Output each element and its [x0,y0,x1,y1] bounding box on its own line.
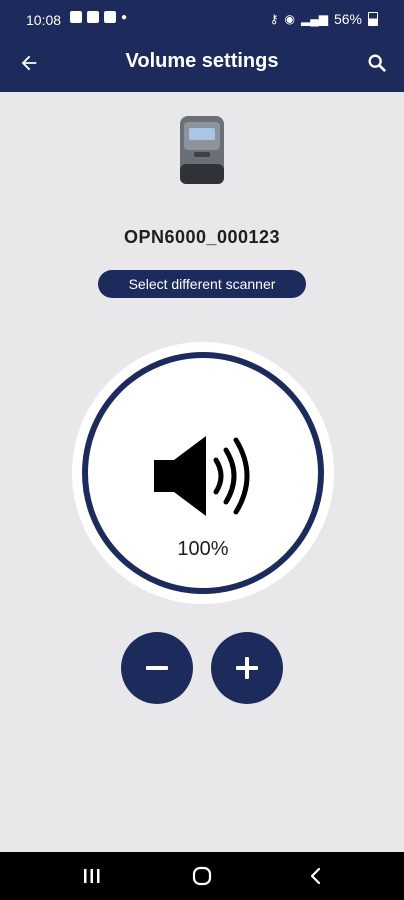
battery-percent: 56% [333,11,362,27]
home-button[interactable] [190,864,214,888]
app-bar: Volume settings [0,34,404,92]
volume-dial[interactable]: 100% [72,342,334,604]
page-title: Volume settings [125,50,279,72]
status-time: 10:08 [26,12,62,28]
recent-apps-button[interactable] [80,864,104,888]
system-navigation-bar [0,852,404,900]
list-notification-icon [104,11,116,23]
system-status-icons: ⚷ ◉ ▂▄▆ 56% [270,11,378,27]
scanner-device-image [180,116,224,184]
image-notification-icon [70,11,82,23]
search-icon [368,54,386,72]
recent-apps-icon [84,869,100,883]
speaker-volume-icon [154,436,250,516]
device-name: OPN6000_000123 [123,227,281,247]
battery-icon [368,12,378,26]
signal-icon: ▂▄▆ [301,12,328,26]
minus-icon [146,666,168,670]
more-notifications-dot-icon: ● [121,11,128,23]
app-notification-icon [87,11,99,23]
decrease-volume-button[interactable] [121,632,193,704]
increase-volume-button[interactable] [211,632,283,704]
status-bar: 10:08 ● ⚷ ◉ ▂▄▆ 56% [0,0,404,34]
vpn-key-icon: ⚷ [269,12,279,26]
home-icon [192,866,212,886]
plus-icon [236,657,258,679]
volume-percent-label: 100% [177,538,229,560]
search-button[interactable] [362,48,392,78]
select-different-scanner-button[interactable]: Select different scanner [98,270,306,298]
back-chevron-icon [310,867,321,885]
wifi-icon: ◉ [284,12,295,26]
nav-back-button[interactable] [304,864,328,888]
notification-icons: ● [70,11,127,23]
